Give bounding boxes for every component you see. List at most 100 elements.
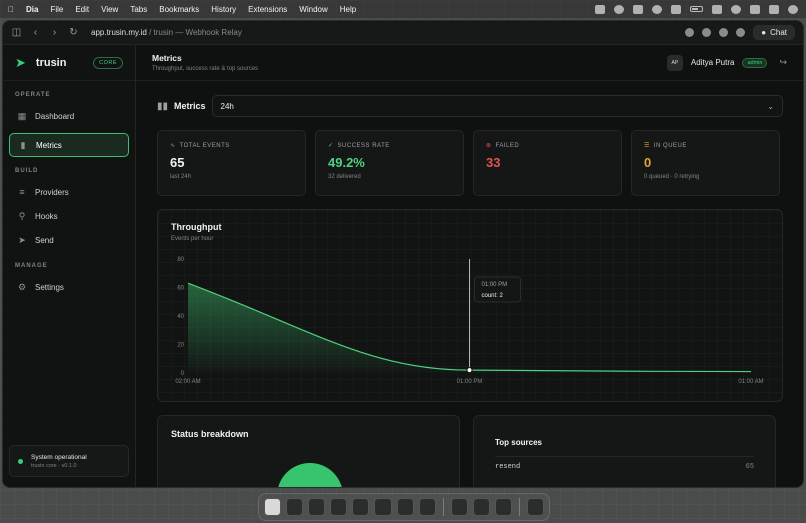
app-s-icon[interactable] bbox=[671, 4, 681, 14]
sidebar-item-providers[interactable]: ≡ Providers bbox=[9, 180, 129, 204]
menu-help[interactable]: Help bbox=[340, 5, 356, 14]
control-center-icon[interactable] bbox=[769, 4, 779, 14]
brand-badge: CORE bbox=[93, 56, 123, 69]
sidebar-item-settings[interactable]: ⚙ Settings bbox=[9, 275, 129, 299]
status-title: System operational bbox=[31, 453, 87, 461]
paper-plane-logo-icon: ➤ bbox=[15, 54, 26, 70]
apple-icon[interactable]:  bbox=[8, 5, 14, 14]
system-status: System operational trusin core · v0.1.0 bbox=[9, 445, 129, 477]
logout-icon[interactable]: ↪ bbox=[779, 57, 787, 68]
sidebar-item-send[interactable]: ➤ Send bbox=[9, 228, 129, 252]
card-total-events: ∿ TOTAL EVENTS 65 last 24h bbox=[157, 130, 306, 196]
x-tick-label: 02:00 AM bbox=[175, 379, 200, 385]
menu-history[interactable]: History bbox=[211, 5, 236, 14]
chat-button-label: Chat bbox=[770, 28, 787, 37]
siri-icon[interactable] bbox=[788, 4, 798, 14]
lock-icon[interactable] bbox=[712, 4, 722, 14]
chat-button[interactable]: ● Chat bbox=[753, 25, 795, 40]
card-caption: 32 delivered bbox=[328, 174, 361, 180]
status-dot-icon bbox=[18, 458, 23, 464]
top-sources-title: Top sources bbox=[495, 438, 542, 447]
menu-extensions[interactable]: Extensions bbox=[248, 5, 287, 14]
section-manage: MANAGE bbox=[15, 263, 48, 269]
menu-view[interactable]: View bbox=[101, 5, 118, 14]
dock-app-icon[interactable] bbox=[396, 498, 414, 516]
record-icon[interactable] bbox=[614, 4, 624, 14]
card-caption: last 24h bbox=[170, 174, 192, 180]
wifi-icon[interactable] bbox=[750, 4, 760, 14]
menu-file[interactable]: File bbox=[50, 5, 63, 14]
section-operate: OPERATE bbox=[15, 92, 51, 98]
card-label: SUCCESS RATE bbox=[337, 142, 390, 149]
card-success-rate: ✓ SUCCESS RATE 49.2% 32 delivered bbox=[315, 130, 464, 196]
status-donut-chart[interactable] bbox=[277, 463, 343, 487]
y-tick-label: 60 bbox=[177, 286, 184, 292]
menu-edit[interactable]: Edit bbox=[75, 5, 89, 14]
sidebar-item-metrics[interactable]: ▮ Metrics bbox=[9, 133, 129, 157]
role-badge: admin bbox=[742, 57, 768, 68]
address-bar[interactable]: app.trusin.my.id / trusin — Webhook Rela… bbox=[91, 28, 242, 37]
dock-trash-icon[interactable] bbox=[526, 498, 544, 516]
dock-app-icon[interactable] bbox=[352, 498, 370, 516]
card-value: 33 bbox=[486, 155, 501, 170]
status-breakdown-card: Status breakdown bbox=[157, 415, 460, 487]
status-version: trusin core · v0.1.0 bbox=[31, 462, 77, 469]
dock-app-icon[interactable] bbox=[330, 498, 348, 516]
back-icon[interactable]: ‹ bbox=[30, 27, 41, 38]
gear-icon: ⚙ bbox=[17, 281, 27, 292]
time-range-value: 24h bbox=[220, 101, 234, 111]
dock-app-icon[interactable] bbox=[308, 498, 326, 516]
dock-app-icon[interactable] bbox=[374, 498, 392, 516]
forward-icon[interactable]: › bbox=[49, 27, 60, 38]
sidebar-item-hooks[interactable]: ⚲ Hooks bbox=[9, 204, 129, 228]
x-tick-label: 01:00 PM bbox=[457, 379, 483, 385]
page-title: Metrics bbox=[152, 53, 182, 63]
avatar: AP bbox=[666, 54, 683, 71]
dock-app-icon[interactable] bbox=[494, 498, 512, 516]
dock-finder-icon[interactable] bbox=[264, 498, 282, 516]
y-tick-label: 20 bbox=[177, 343, 184, 349]
source-count: 65 bbox=[745, 463, 754, 471]
menu-tabs[interactable]: Tabs bbox=[130, 5, 147, 14]
dock-app-icon[interactable] bbox=[418, 498, 436, 516]
sliders-icon: ≡ bbox=[19, 187, 25, 197]
dock-separator bbox=[518, 498, 520, 516]
dashboard-icon: ▦ bbox=[17, 110, 27, 121]
user-icon[interactable] bbox=[731, 4, 741, 14]
grid-icon[interactable] bbox=[633, 4, 643, 14]
page-subtitle: Throughput, success rate & top sources bbox=[152, 66, 259, 72]
copy-icon[interactable] bbox=[685, 28, 695, 37]
card-failed: ⊗ FAILED 33 bbox=[473, 130, 622, 196]
dock-app-icon[interactable] bbox=[450, 498, 468, 516]
reload-icon[interactable]: ↻ bbox=[68, 27, 79, 38]
sidebar-item-dashboard[interactable]: ▦ Dashboard bbox=[9, 104, 129, 128]
mic-icon[interactable] bbox=[652, 4, 662, 14]
extension-icon[interactable] bbox=[595, 4, 605, 14]
bar-chart-icon: ▮ bbox=[20, 139, 26, 150]
battery-icon[interactable] bbox=[690, 6, 703, 12]
menu-window[interactable]: Window bbox=[299, 5, 327, 14]
sidebar-item-label: Hooks bbox=[35, 211, 58, 221]
brand-name: trusin bbox=[35, 56, 67, 69]
menu-app-name[interactable]: Dia bbox=[26, 5, 38, 14]
extension-icon[interactable] bbox=[719, 28, 729, 37]
check-circle-icon: ✓ bbox=[328, 143, 334, 149]
throughput-chart[interactable]: 0 20 40 60 80 02:00 AM 01:00 PM 01:00 AM 01:00 P… bbox=[158, 210, 776, 403]
avatar-icon[interactable] bbox=[702, 28, 712, 37]
chevron-down-icon: ⌄ bbox=[767, 101, 774, 111]
bar-chart-icon: ▮▮ bbox=[157, 100, 169, 112]
time-range-select[interactable]: 24h ⌄ bbox=[211, 95, 783, 117]
dock-app-icon[interactable] bbox=[286, 498, 304, 516]
url-host: app.trusin.my.id bbox=[91, 28, 147, 37]
dock-app-icon[interactable] bbox=[472, 498, 490, 516]
sidebar-toggle-icon[interactable]: ◫ bbox=[11, 27, 22, 38]
menu-bar-status-icons bbox=[595, 4, 798, 14]
user-menu[interactable]: AP Aditya Putra admin ↪ bbox=[666, 54, 787, 71]
sidebar-item-label: Settings bbox=[35, 282, 64, 292]
card-value: 49.2% bbox=[328, 155, 365, 170]
settings-icon[interactable] bbox=[736, 28, 746, 37]
menu-bookmarks[interactable]: Bookmarks bbox=[159, 5, 199, 14]
user-name: Aditya Putra bbox=[690, 58, 735, 67]
metrics-toolbar: ▮▮ Metrics 24h ⌄ bbox=[157, 95, 783, 117]
layers-icon: ☰ bbox=[644, 143, 650, 149]
